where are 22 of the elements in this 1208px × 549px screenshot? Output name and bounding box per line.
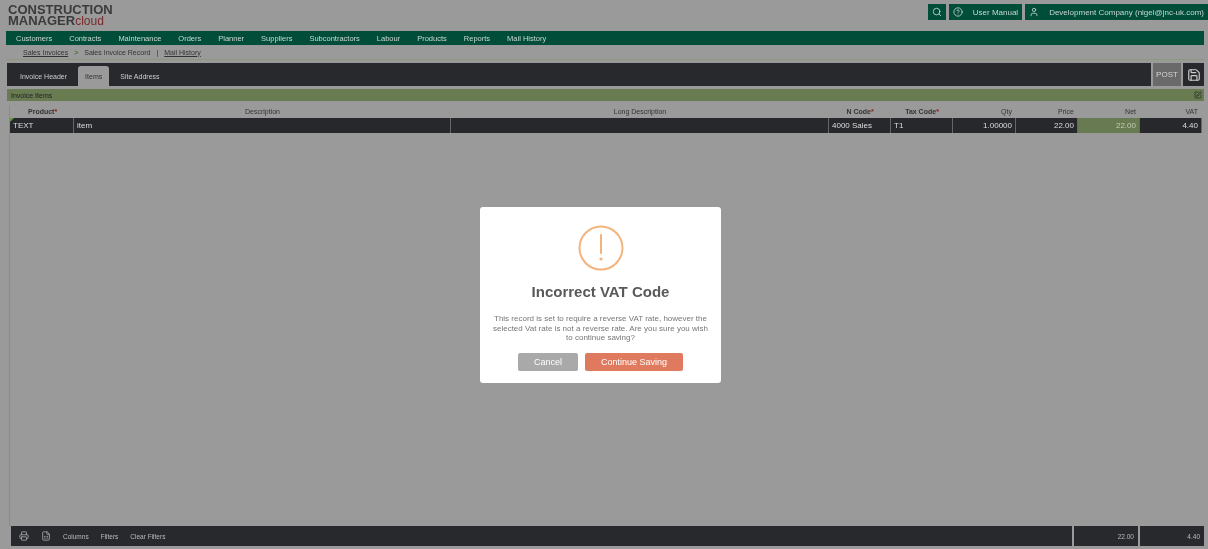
table-cell: 1.00000: [953, 118, 1016, 133]
user-icon: [1029, 7, 1040, 17]
save-icon: [1186, 67, 1201, 82]
table-cell: 22.00: [1016, 118, 1078, 133]
help-icon: [952, 7, 963, 17]
logo: CONSTRUCTION MANAGERcloud: [8, 4, 113, 27]
table-cell: 22.00: [1078, 118, 1140, 133]
print-icon[interactable]: [19, 531, 29, 541]
user-manual-button[interactable]: User Manual: [948, 4, 1023, 20]
search-button[interactable]: [927, 4, 946, 20]
search-icon: [931, 7, 942, 17]
table-cell: 4000 Sales: [829, 118, 891, 133]
table-cell: T1: [891, 118, 953, 133]
table-cell: item: [74, 118, 451, 133]
warning-icon: [577, 225, 624, 271]
table-cell: 4.40: [1140, 118, 1202, 133]
dialog-title: Incorrect VAT Code: [531, 283, 670, 300]
save-button[interactable]: [1183, 63, 1204, 86]
table-cell: TEXT: [10, 118, 74, 133]
spreadsheet-icon[interactable]: [41, 531, 51, 541]
account-button[interactable]: Development Company (nigel@jnc-uk.com): [1025, 4, 1208, 20]
dialog-message: This record is set to require a reverse VAT rate, however the selected Vat rate is not a reverse rate. Are you sure you wish to continue saving?: [491, 314, 710, 343]
